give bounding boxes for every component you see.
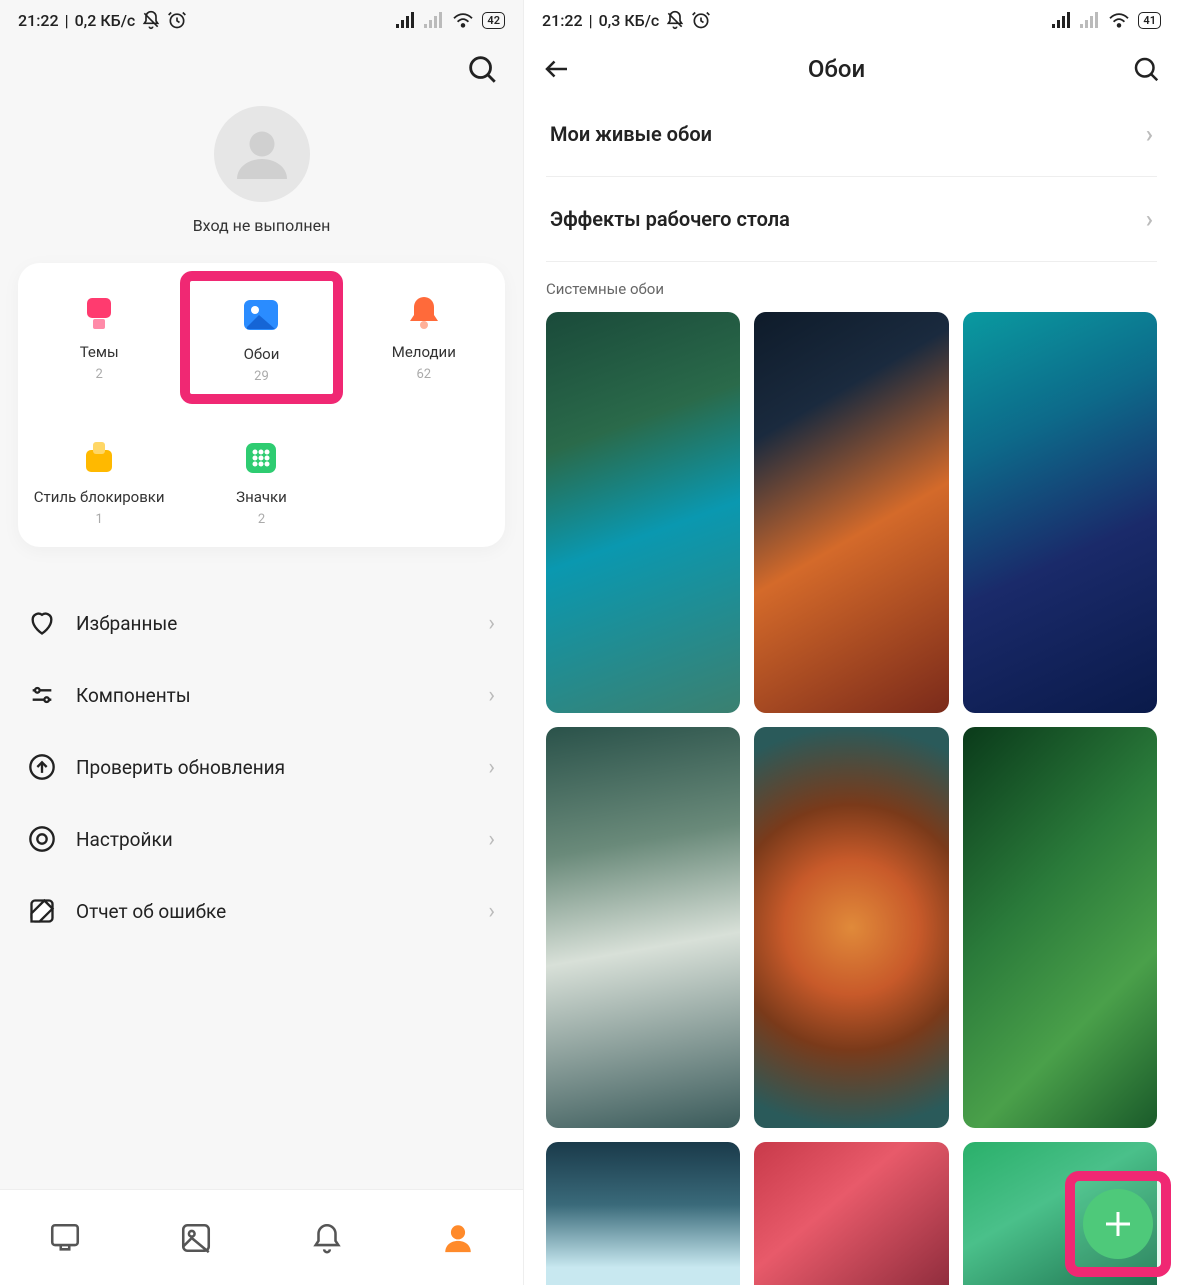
picture-icon bbox=[237, 291, 285, 339]
bell-icon bbox=[400, 289, 448, 337]
menu-favorites[interactable]: Избранные › bbox=[10, 587, 513, 659]
wallpaper-thumbnail[interactable] bbox=[546, 312, 740, 713]
battery-icon: 41 bbox=[1138, 12, 1161, 29]
menu-list: Избранные › Компоненты › Проверить обнов… bbox=[10, 587, 513, 947]
upload-icon bbox=[28, 753, 56, 781]
heart-icon bbox=[28, 609, 56, 637]
alarm-icon bbox=[691, 10, 711, 30]
chevron-right-icon: › bbox=[488, 755, 495, 780]
wallpaper-thumbnail[interactable] bbox=[546, 727, 740, 1128]
row-desktop-effects[interactable]: Эффекты рабочего стола › bbox=[524, 177, 1179, 261]
menu-components[interactable]: Компоненты › bbox=[10, 659, 513, 731]
grid-app-icon bbox=[237, 434, 285, 482]
wallpapers-screen: 21:22 | 0,3 КБ/с 41 bbox=[524, 0, 1179, 1285]
wallpaper-thumbnail[interactable] bbox=[754, 1142, 948, 1285]
nav-themes[interactable] bbox=[41, 1214, 89, 1262]
wallpaper-thumbnail[interactable] bbox=[754, 312, 948, 713]
chevron-right-icon: › bbox=[488, 899, 495, 924]
highlighted-wallpapers: Обои 29 bbox=[180, 271, 342, 404]
chevron-right-icon: › bbox=[1146, 120, 1153, 148]
login-block[interactable]: Вход не выполнен bbox=[0, 106, 523, 235]
wallpaper-thumbnail[interactable] bbox=[546, 1142, 740, 1285]
wallpaper-thumbnail[interactable] bbox=[963, 727, 1157, 1128]
alarm-icon bbox=[167, 10, 187, 30]
add-wallpaper-button[interactable] bbox=[1083, 1189, 1153, 1259]
speed-text: 0,3 КБ/с bbox=[599, 11, 660, 30]
grid-item-icons[interactable]: Значки 2 bbox=[180, 434, 342, 527]
signal-icon bbox=[396, 12, 416, 28]
header: Обои bbox=[524, 40, 1179, 92]
clock-text: 21:22 bbox=[18, 11, 59, 30]
wallpaper-thumbnail[interactable] bbox=[963, 312, 1157, 713]
status-bar: 21:22 | 0,2 КБ/с 42 bbox=[0, 0, 523, 40]
grid-item-wallpapers[interactable]: Обои 29 bbox=[212, 291, 310, 384]
bell-off-icon bbox=[141, 10, 161, 30]
nav-ringtones[interactable] bbox=[303, 1214, 351, 1262]
wallpaper-thumbnail[interactable] bbox=[754, 727, 948, 1128]
menu-report[interactable]: Отчет об ошибке › bbox=[10, 875, 513, 947]
status-bar: 21:22 | 0,3 КБ/с 41 bbox=[524, 0, 1179, 40]
sliders-icon bbox=[28, 681, 56, 709]
grid-item-lockstyle[interactable]: Стиль блокировки 1 bbox=[18, 434, 180, 527]
profile-screen: 21:22 | 0,2 КБ/с 42 bbox=[0, 0, 524, 1285]
battery-icon: 42 bbox=[482, 12, 505, 29]
row-live-wallpapers[interactable]: Мои живые обои › bbox=[524, 92, 1179, 176]
chevron-right-icon: › bbox=[1146, 205, 1153, 233]
avatar-icon bbox=[214, 106, 310, 202]
menu-updates[interactable]: Проверить обновления › bbox=[10, 731, 513, 803]
search-icon[interactable] bbox=[465, 52, 499, 86]
back-icon[interactable] bbox=[542, 54, 572, 84]
nav-profile-active[interactable] bbox=[434, 1214, 482, 1262]
grid-item-ringtones[interactable]: Мелодии 62 bbox=[343, 289, 505, 404]
lock-style-icon bbox=[75, 434, 123, 482]
gear-icon bbox=[28, 825, 56, 853]
wifi-icon bbox=[1108, 11, 1130, 29]
wifi-icon bbox=[452, 11, 474, 29]
theme-icon bbox=[75, 289, 123, 337]
menu-settings[interactable]: Настройки › bbox=[10, 803, 513, 875]
signal-icon bbox=[1052, 12, 1072, 28]
wallpaper-grid bbox=[524, 312, 1179, 1285]
bell-off-icon bbox=[665, 10, 685, 30]
chevron-right-icon: › bbox=[488, 683, 495, 708]
signal-2-icon bbox=[1080, 12, 1100, 28]
signal-2-icon bbox=[424, 12, 444, 28]
search-icon[interactable] bbox=[1131, 54, 1161, 84]
clock-text: 21:22 bbox=[542, 11, 583, 30]
page-title: Обои bbox=[584, 55, 1089, 83]
chevron-right-icon: › bbox=[488, 827, 495, 852]
nav-wallpapers[interactable] bbox=[172, 1214, 220, 1262]
section-title: Системные обои bbox=[524, 262, 1179, 312]
edit-icon bbox=[28, 897, 56, 925]
bottom-nav bbox=[0, 1189, 523, 1285]
chevron-right-icon: › bbox=[488, 611, 495, 636]
login-status-text: Вход не выполнен bbox=[193, 216, 331, 235]
speed-text: 0,2 КБ/с bbox=[75, 11, 136, 30]
highlighted-fab bbox=[1065, 1171, 1171, 1277]
grid-item-themes[interactable]: Темы 2 bbox=[18, 289, 180, 404]
category-grid: Темы 2 Обои 29 Мелодии 62 Стиль блокир bbox=[18, 263, 505, 547]
